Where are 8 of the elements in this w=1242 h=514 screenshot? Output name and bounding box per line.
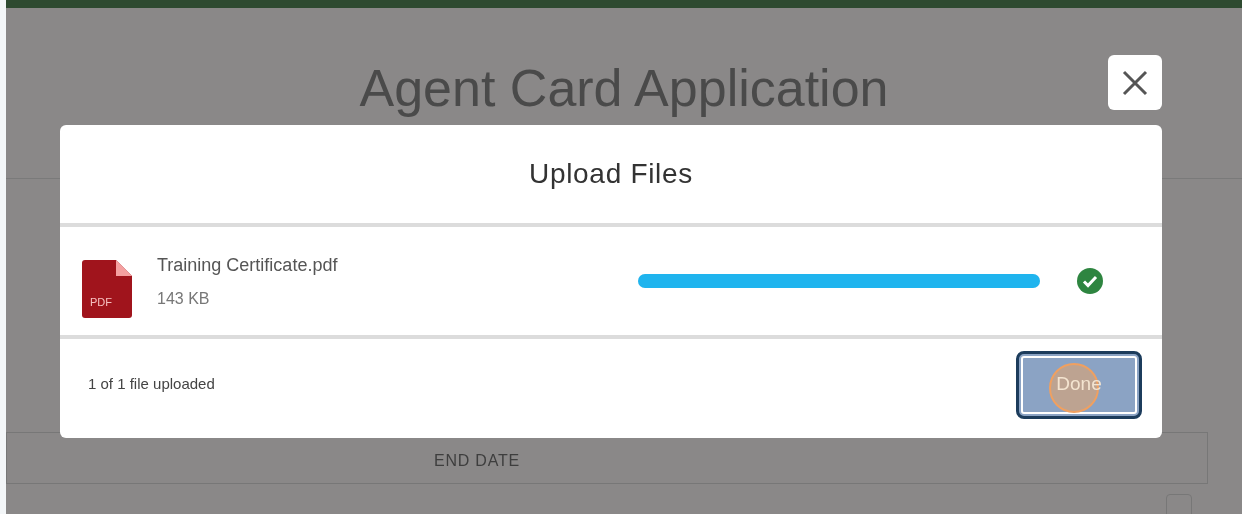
done-button[interactable]: Done <box>1016 350 1142 419</box>
file-size: 143 KB <box>157 288 211 309</box>
upload-status: 1 of 1 file uploaded <box>88 374 215 395</box>
file-name: Training Certificate.pdf <box>157 253 338 277</box>
dialog-title: Upload Files <box>529 157 693 191</box>
close-button[interactable] <box>1108 55 1162 110</box>
pdf-file-icon: PDF <box>82 260 132 318</box>
page-title: Agent Card Application <box>359 58 889 119</box>
